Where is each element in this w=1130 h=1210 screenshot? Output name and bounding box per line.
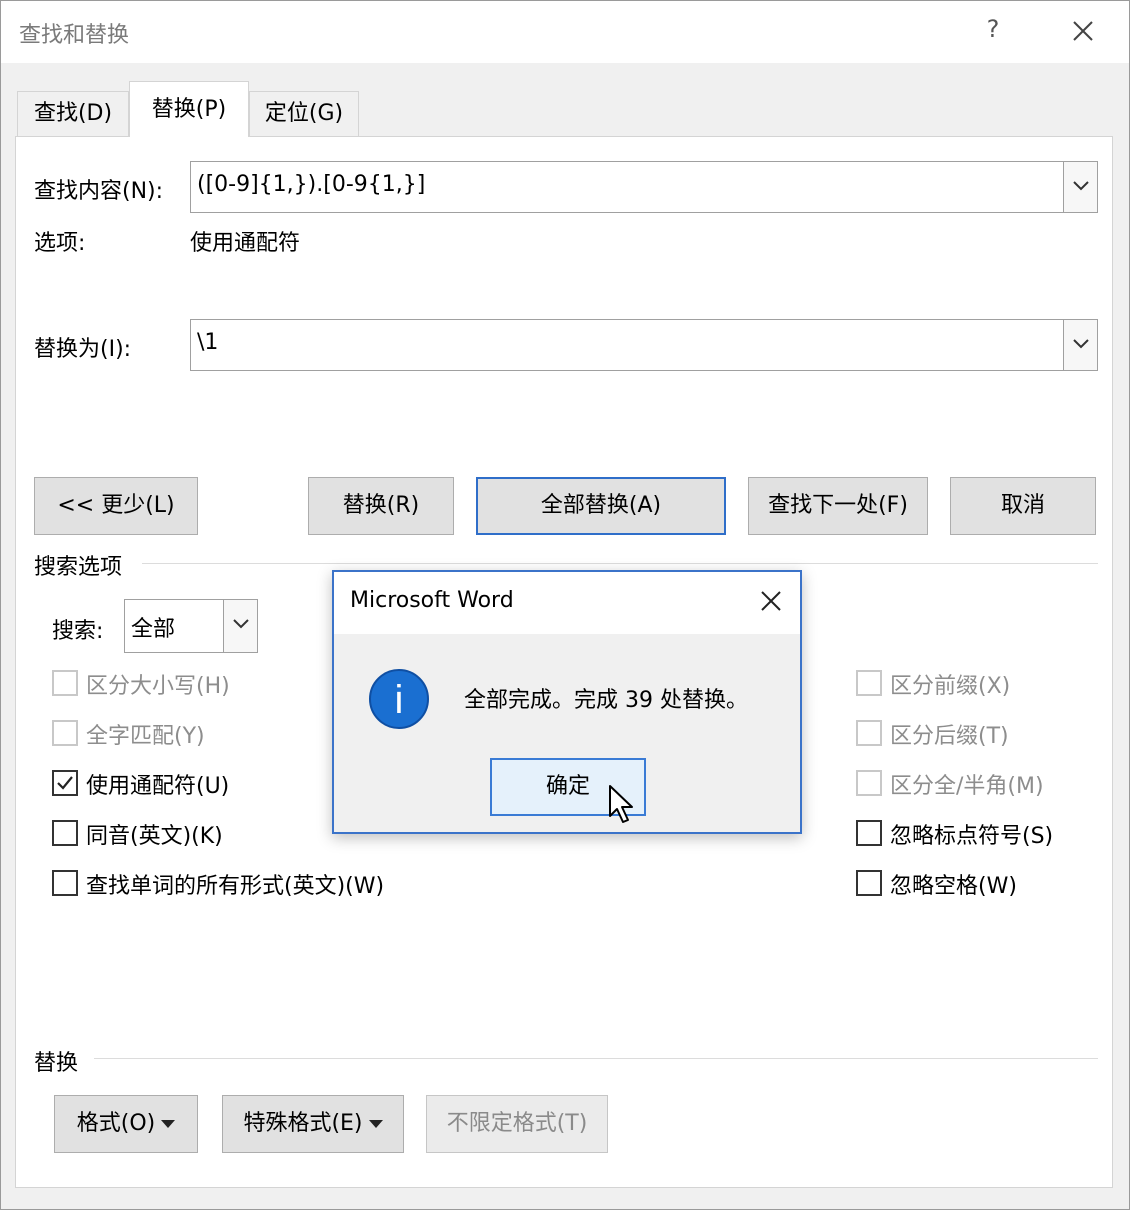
chevron-down-icon	[233, 619, 249, 629]
message-box: Microsoft Word i 全部完成。完成 39 处替换。 确定	[332, 570, 802, 834]
all-word-forms-label: 查找单词的所有形式(英文)(W)	[86, 874, 385, 899]
options-label: 选项:	[34, 231, 86, 256]
use-wildcards-label: 使用通配符(U)	[86, 774, 230, 799]
chevron-down-icon	[1073, 181, 1089, 191]
match-prefix-label: 区分前缀(X)	[890, 674, 1011, 699]
all-word-forms-checkbox[interactable]	[52, 870, 78, 896]
checkmark-icon	[57, 776, 73, 790]
sounds-like-checkbox[interactable]	[52, 820, 78, 846]
special-format-button[interactable]: 特殊格式(E)	[222, 1095, 404, 1153]
caret-down-icon	[368, 1120, 383, 1128]
message-text: 全部完成。完成 39 处替换。	[464, 688, 748, 713]
ignore-whitespace-label: 忽略空格(W)	[890, 874, 1017, 899]
find-next-button[interactable]: 查找下一处(F)	[748, 477, 928, 535]
use-wildcards-checkbox[interactable]	[52, 770, 78, 796]
format-button[interactable]: 格式(O)	[54, 1095, 198, 1153]
match-width-label: 区分全/半角(M)	[890, 774, 1044, 799]
message-box-close-button[interactable]	[756, 586, 786, 616]
replace-all-button[interactable]: 全部替换(A)	[476, 477, 726, 535]
replace-label: 替换为(I):	[34, 337, 132, 362]
cancel-button[interactable]: 取消	[950, 477, 1096, 535]
search-direction-select[interactable]: 全部	[124, 599, 258, 653]
replace-section-divider	[94, 1058, 1098, 1059]
search-options-header: 搜索选项	[34, 555, 123, 580]
info-icon-letter: i	[395, 678, 404, 722]
close-button[interactable]	[1065, 13, 1101, 49]
format-button-label: 格式(O)	[76, 1111, 156, 1136]
match-width-checkbox[interactable]	[856, 770, 882, 796]
close-icon	[761, 591, 781, 611]
match-case-checkbox[interactable]	[52, 670, 78, 696]
find-dropdown-button[interactable]	[1063, 162, 1097, 212]
search-direction-label: 搜索:	[52, 619, 104, 644]
match-suffix-label: 区分后缀(T)	[890, 724, 1009, 749]
tab-find[interactable]: 查找(D)	[17, 91, 129, 137]
ignore-punctuation-checkbox[interactable]	[856, 820, 882, 846]
search-options-divider	[142, 563, 1098, 564]
help-button[interactable]: ?	[981, 15, 1005, 43]
title-bar: 查找和替换 ?	[1, 1, 1129, 63]
mouse-cursor-icon	[609, 785, 633, 823]
search-direction-value: 全部	[131, 617, 176, 642]
replace-input-value: \1	[197, 330, 219, 355]
window-title: 查找和替换	[19, 23, 130, 48]
info-icon: i	[369, 669, 429, 729]
tab-replace[interactable]: 替换(P)	[129, 81, 249, 137]
less-button[interactable]: << 更少(L)	[34, 477, 198, 535]
replace-dropdown-button[interactable]	[1063, 320, 1097, 370]
match-prefix-checkbox[interactable]	[856, 670, 882, 696]
ignore-punctuation-label: 忽略标点符号(S)	[890, 824, 1054, 849]
tab-goto[interactable]: 定位(G)	[249, 91, 359, 137]
find-input[interactable]: ([0-9]{1,}).[0-9{1,}]	[190, 161, 1098, 213]
match-case-label: 区分大小写(H)	[86, 674, 230, 699]
caret-down-icon	[161, 1120, 176, 1128]
match-suffix-checkbox[interactable]	[856, 720, 882, 746]
message-box-title-bar: Microsoft Word	[334, 572, 800, 634]
sounds-like-label: 同音(英文)(K)	[86, 824, 223, 849]
message-box-title: Microsoft Word	[350, 588, 514, 613]
no-formatting-button[interactable]: 不限定格式(T)	[426, 1095, 608, 1153]
chevron-down-icon	[1073, 339, 1089, 349]
special-format-button-label: 特殊格式(E)	[243, 1111, 363, 1136]
replace-button[interactable]: 替换(R)	[308, 477, 454, 535]
ignore-whitespace-checkbox[interactable]	[856, 870, 882, 896]
options-value: 使用通配符	[190, 231, 301, 256]
whole-word-checkbox[interactable]	[52, 720, 78, 746]
close-icon	[1073, 21, 1093, 41]
replace-section-header: 替换	[34, 1051, 79, 1076]
find-input-value: ([0-9]{1,}).[0-9{1,}]	[197, 172, 426, 197]
replace-input[interactable]: \1	[190, 319, 1098, 371]
whole-word-label: 全字匹配(Y)	[86, 724, 205, 749]
search-direction-dropdown[interactable]	[223, 600, 257, 652]
find-label: 查找内容(N):	[34, 179, 164, 204]
